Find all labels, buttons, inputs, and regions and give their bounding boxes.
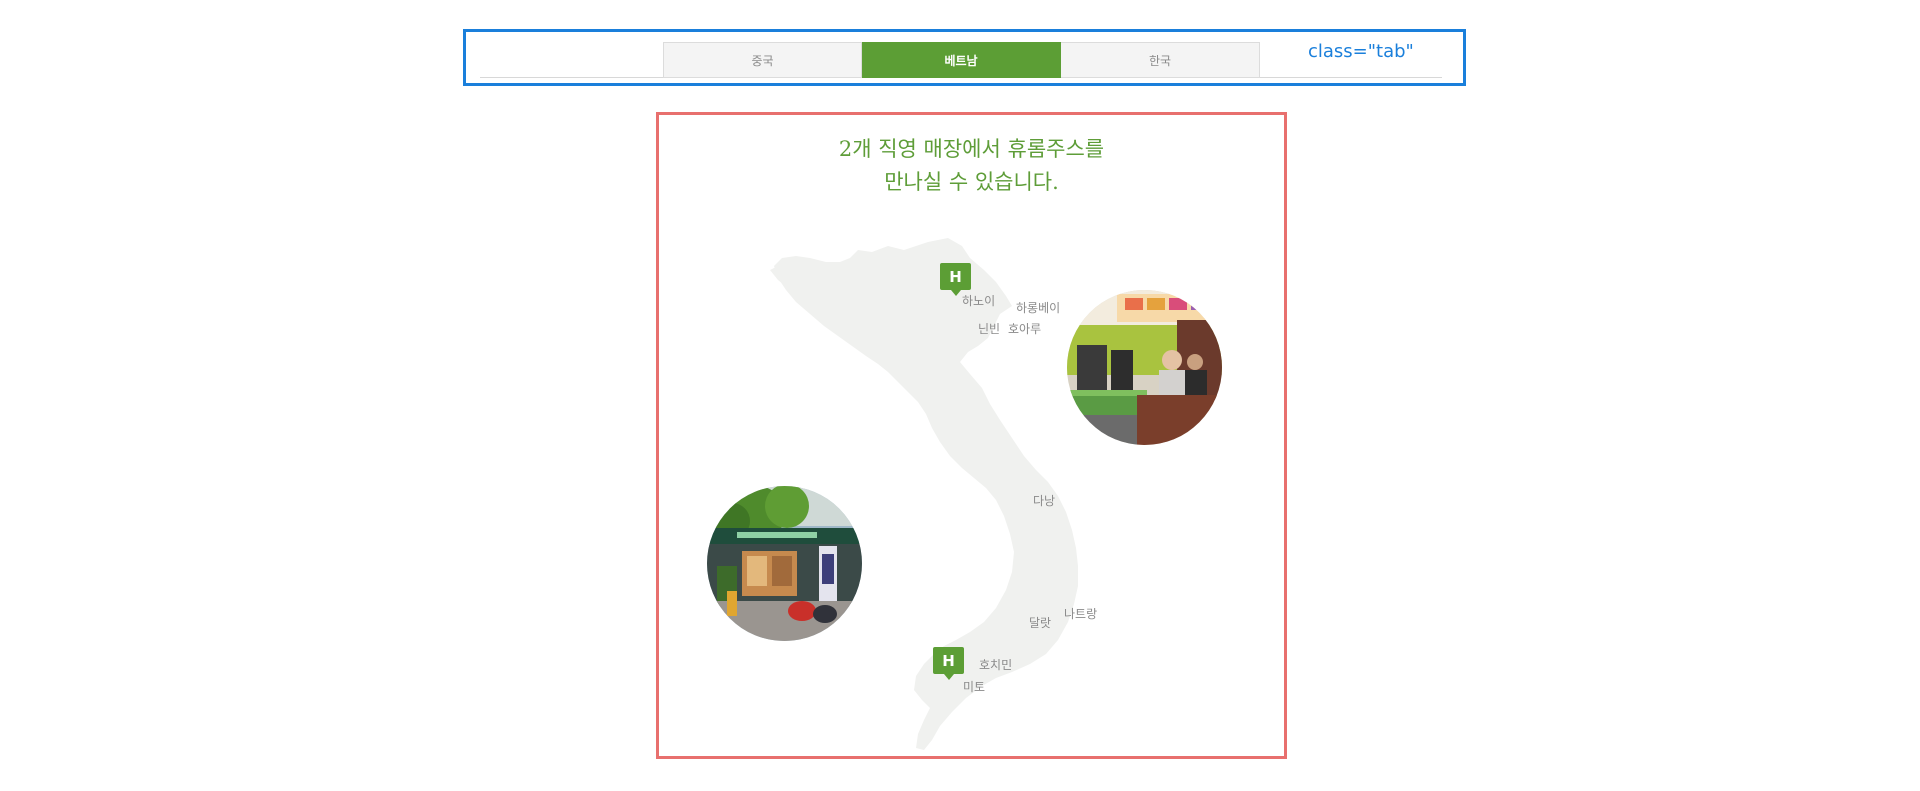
city-label-hoalu: 호아루 [1008,322,1042,336]
city-label-danang: 다낭 [1033,494,1056,508]
headline-line-2: 만나실 수 있습니다. [884,170,1059,194]
store-photo-hanoi [1067,290,1222,445]
store-headline: 2개 직영 매장에서 휴롬주스를 만나실 수 있습니다. [656,133,1287,199]
city-label-mytho: 미토 [963,680,986,694]
class-annotation-label: class="tab" [1308,41,1414,62]
map-annotation-frame [656,112,1287,759]
city-label-hanoi: 하노이 [962,294,996,308]
headline-line-1: 2개 직영 매장에서 휴롬주스를 [838,137,1105,161]
city-label-dalat: 달랏 [1029,616,1052,630]
tab-korea[interactable]: 한국 [1061,42,1260,78]
city-label-hochiminh: 호치민 [979,658,1013,672]
store-photo-hochiminh [707,486,862,641]
city-label-ninhbinh: 닌빈 [978,322,1001,336]
store-marker-hochiminh[interactable]: H [933,647,964,680]
city-label-nhatrang: 나트랑 [1064,607,1098,621]
tab-vietnam[interactable]: 베트남 [862,42,1061,78]
city-label-halong: 하롱베이 [1016,301,1061,315]
store-marker-hanoi[interactable]: H [940,263,971,296]
country-tabs: 중국 베트남 한국 [663,42,1260,78]
tab-china[interactable]: 중국 [663,42,862,78]
